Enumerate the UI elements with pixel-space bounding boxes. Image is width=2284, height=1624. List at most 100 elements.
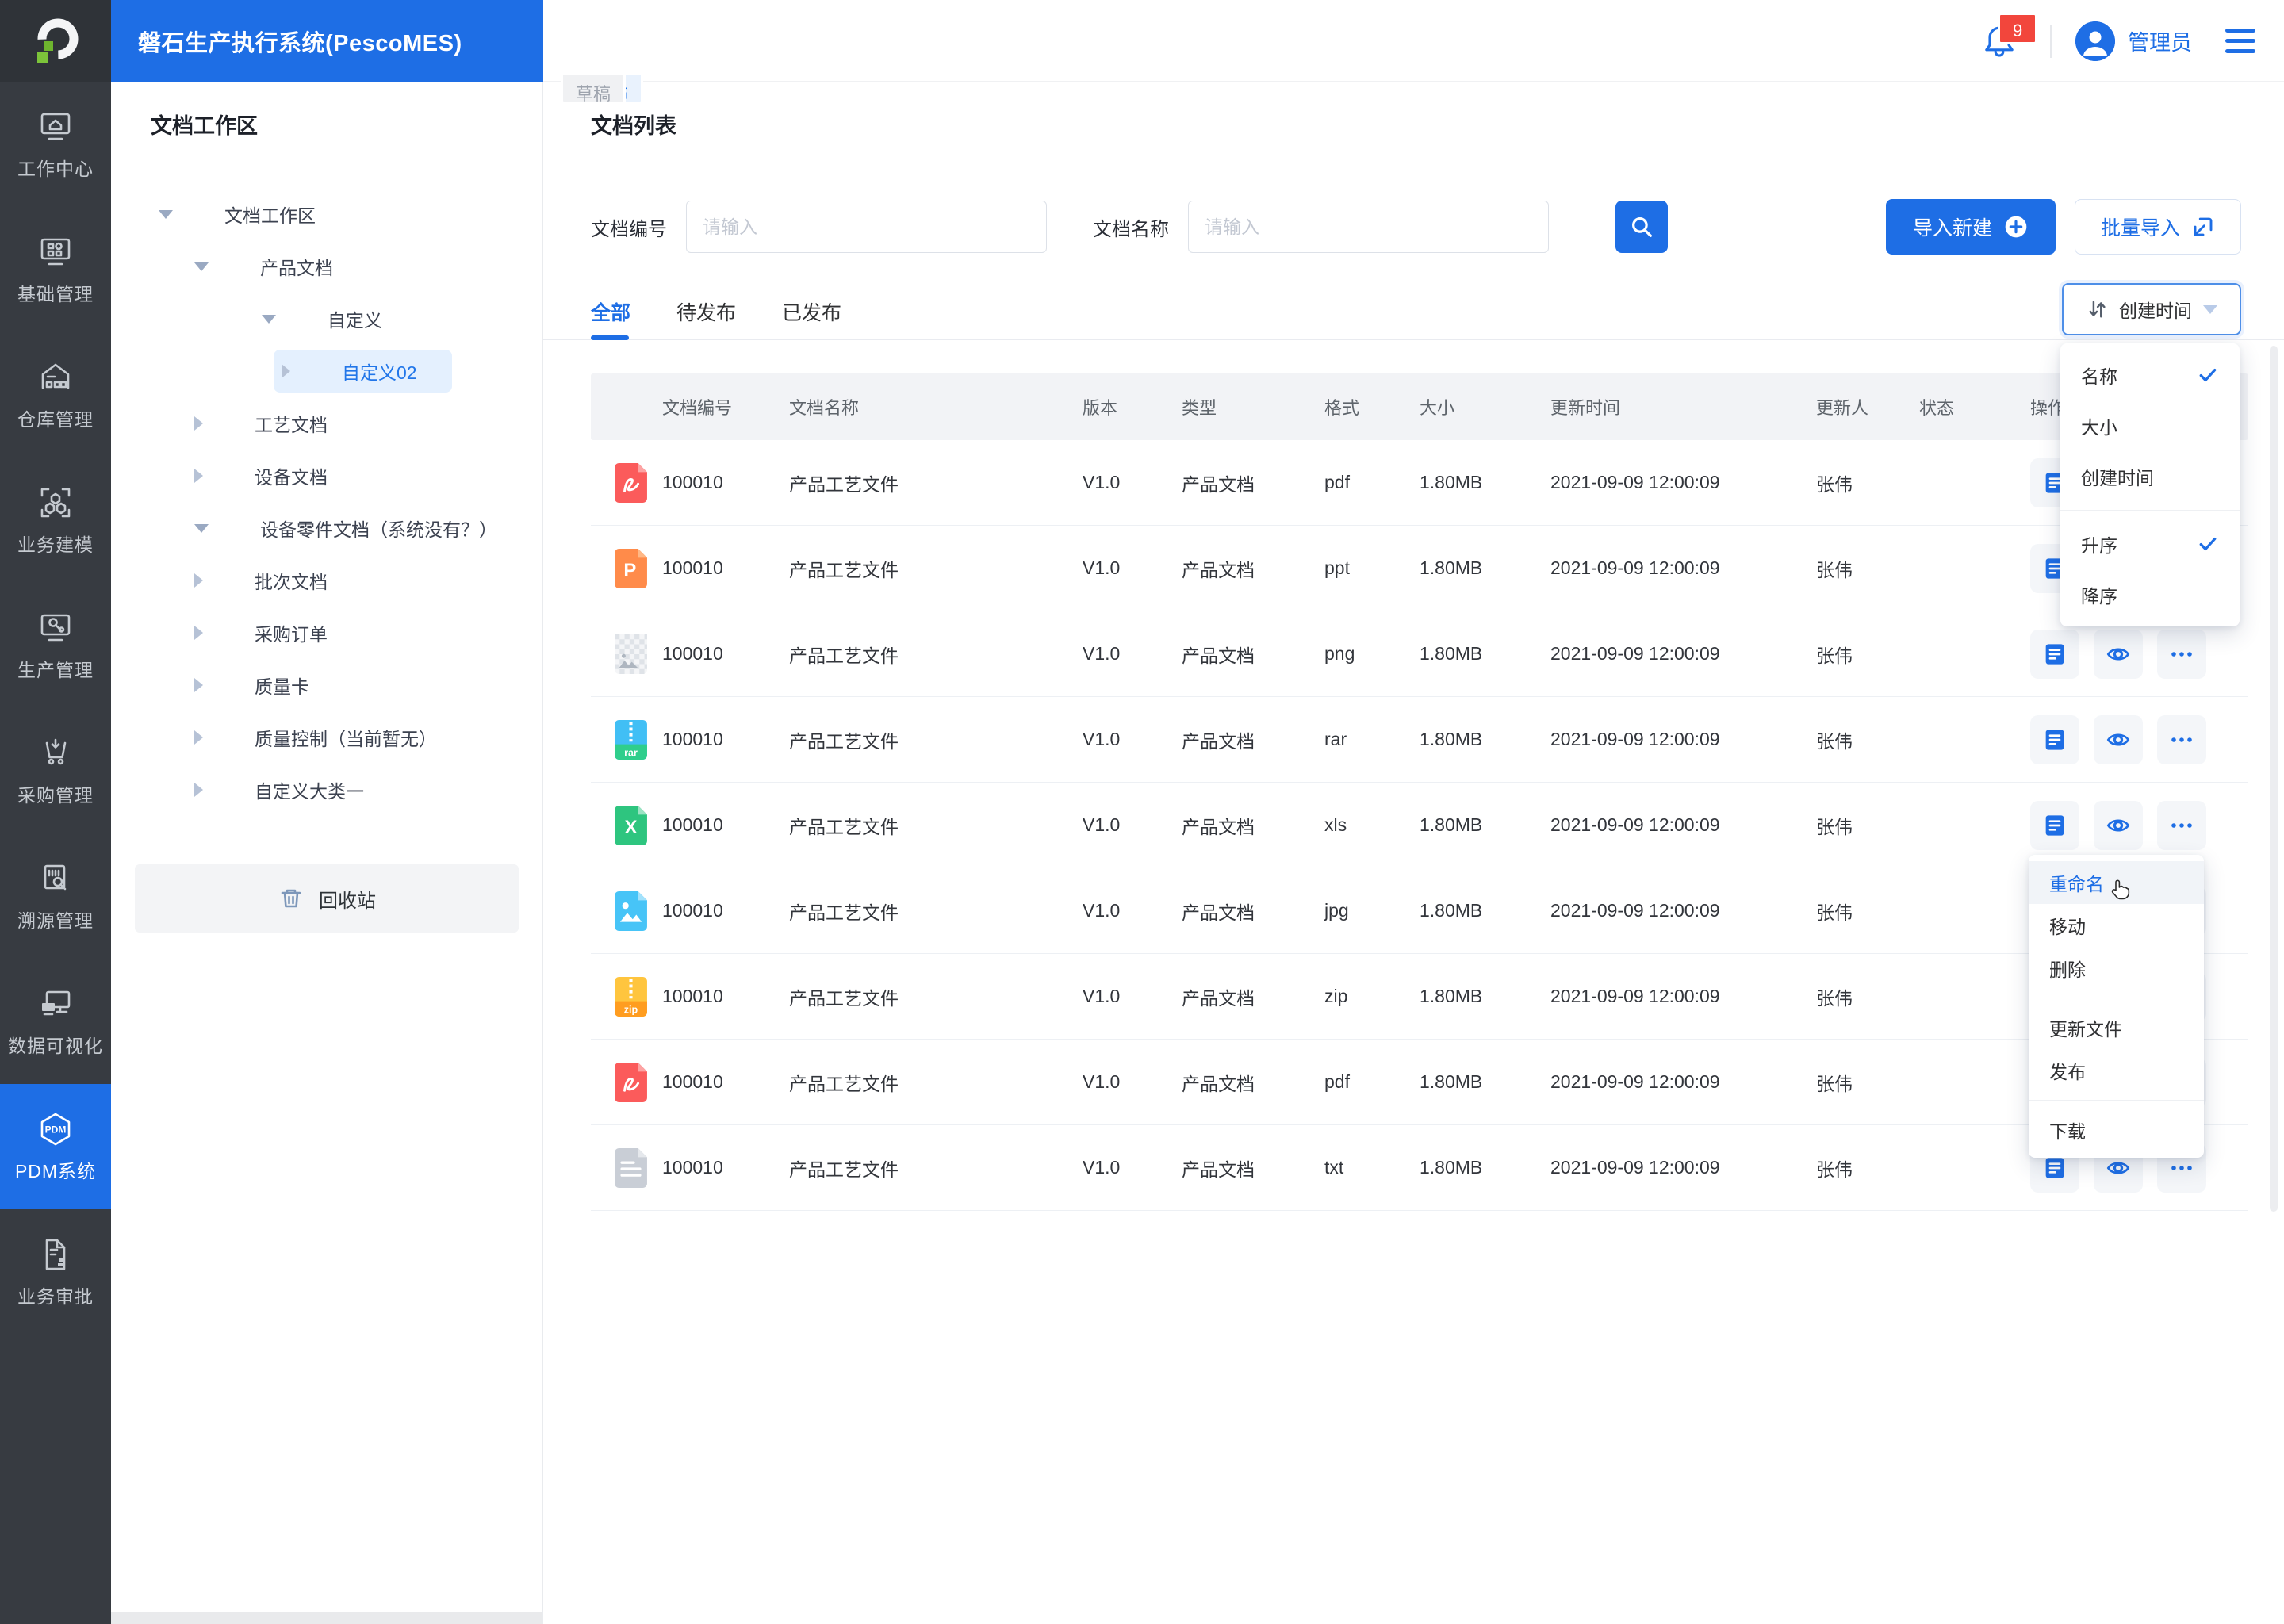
sort-menu-item[interactable]: 升序: [2060, 519, 2240, 569]
tabs-row: 全部 待发布 已发布 创建时间: [543, 283, 2284, 340]
more-actions-button[interactable]: [2157, 714, 2206, 764]
tab[interactable]: 已发布: [782, 283, 841, 339]
app-logo[interactable]: [0, 0, 111, 82]
document-detail-button[interactable]: [2030, 800, 2079, 850]
svg-text:zip: zip: [624, 1004, 638, 1015]
batch-import-button[interactable]: 批量导入: [2074, 199, 2241, 255]
tree-node[interactable]: 批次文档: [111, 554, 542, 607]
tree-caret-icon[interactable]: [159, 209, 173, 219]
document-detail-button[interactable]: [2030, 714, 2079, 764]
more-actions-button[interactable]: [2157, 800, 2206, 850]
tree-node[interactable]: 自定义大类一: [111, 764, 542, 816]
context-menu-item[interactable]: 删除: [2029, 947, 2204, 990]
tree-node[interactable]: 质量卡: [111, 659, 542, 711]
sidebar-item[interactable]: PDM 业务审批: [0, 1209, 111, 1335]
table-row[interactable]: P rar X zip 100010 产: [561, 72, 2248, 1211]
tree-node[interactable]: 自定义02: [111, 345, 542, 397]
tree-node[interactable]: 工艺文档: [111, 397, 542, 450]
cell-version: V1.0: [1083, 1071, 1121, 1092]
context-menu-item[interactable]: 下载: [2029, 1109, 2204, 1151]
tree-caret-icon[interactable]: [194, 416, 203, 431]
context-menu-item-label: 发布: [2049, 1062, 2086, 1082]
sort-menu-item[interactable]: 降序: [2060, 569, 2240, 620]
sidebar-item[interactable]: PDM 基础管理: [0, 207, 111, 332]
context-menu-item[interactable]: 重命名: [2029, 861, 2204, 904]
sort-menu-item[interactable]: 大小: [2060, 400, 2240, 451]
vertical-scrollbar[interactable]: [2270, 346, 2278, 1212]
folder-icon: [216, 726, 242, 749]
import-new-button[interactable]: 导入新建: [1885, 199, 2056, 255]
tree-caret-icon[interactable]: [262, 314, 276, 324]
cell-size: 1.80MB: [1420, 986, 1483, 1006]
menu-hamburger-icon[interactable]: [2225, 29, 2255, 53]
context-menu-item[interactable]: 移动: [2029, 904, 2204, 947]
sort-menu-item[interactable]: [2060, 510, 2240, 511]
cell-updater: 张伟: [1816, 987, 1853, 1009]
preview-button[interactable]: [2094, 800, 2143, 850]
doc-no-input[interactable]: [686, 201, 1047, 253]
tree-caret-icon[interactable]: [282, 364, 290, 378]
sidebar-item[interactable]: PDM 业务建模: [0, 458, 111, 583]
sidebar-item[interactable]: PDM 数据可视化: [0, 959, 111, 1084]
tree-node[interactable]: 文档工作区: [111, 188, 542, 240]
notification-bell-button[interactable]: 9: [1980, 12, 2038, 60]
context-menu-item[interactable]: 发布: [2029, 1049, 2204, 1092]
context-menu-item[interactable]: 更新文件: [2029, 1006, 2204, 1049]
sort-menu-item[interactable]: 名称: [2060, 350, 2240, 400]
sort-menu-item[interactable]: 创建时间: [2060, 451, 2240, 502]
top-bar: 磐石生产执行系统(PescoMES) 9 管理员: [0, 0, 2284, 82]
sidebar-item[interactable]: PDM 工作中心: [0, 82, 111, 207]
cell-updater: 张伟: [1816, 1073, 1853, 1094]
sort-dropdown-button[interactable]: 创建时间: [2062, 283, 2241, 335]
folder-icon: [216, 569, 242, 592]
cell-doc-no: 100010: [662, 900, 723, 921]
sidebar-item[interactable]: PDM 采购管理: [0, 708, 111, 833]
document-detail-button[interactable]: [2030, 629, 2079, 679]
cell-version: V1.0: [1083, 729, 1121, 749]
tree-node[interactable]: 采购订单: [111, 607, 542, 659]
sidebar-item[interactable]: PDM 仓库管理: [0, 332, 111, 458]
document-icon: [2045, 643, 2064, 665]
avatar[interactable]: [2075, 21, 2115, 61]
sidebar-item[interactable]: PDM PDM系统: [0, 1084, 111, 1209]
tree-node[interactable]: 自定义: [111, 293, 542, 345]
cell-doc-no: 100010: [662, 643, 723, 664]
tree-node[interactable]: 产品文档: [111, 240, 542, 293]
preview-button[interactable]: [2094, 629, 2143, 679]
tree-node[interactable]: 质量控制（当前暂无）: [111, 711, 542, 764]
tree-caret-icon[interactable]: [194, 573, 203, 588]
tree-caret-icon[interactable]: [194, 730, 203, 745]
tree-node[interactable]: 设备零件文档（系统没有？）: [111, 502, 542, 554]
tree-caret-icon[interactable]: [194, 678, 203, 692]
table-row[interactable]: P rar X zip 100010 产: [561, 72, 2248, 611]
table-row[interactable]: P rar X zip 100010 产: [561, 72, 2248, 1125]
search-button[interactable]: [1615, 201, 1668, 253]
recycle-bin-button[interactable]: 回收站: [135, 864, 519, 933]
cell-format: pdf: [1324, 472, 1350, 492]
tree-caret-icon[interactable]: [194, 626, 203, 640]
table-row[interactable]: P rar X zip 100010 产: [561, 72, 2248, 697]
tree-caret-icon[interactable]: [194, 469, 203, 483]
table-row[interactable]: P rar X zip 100010 产: [561, 72, 2248, 783]
sidebar-item[interactable]: PDM 生产管理: [0, 583, 111, 708]
preview-button[interactable]: [2094, 714, 2143, 764]
cell-doc-no: 100010: [662, 1071, 723, 1092]
table-row[interactable]: P rar X zip 100010 产: [561, 72, 2248, 526]
doc-name-input[interactable]: [1188, 201, 1549, 253]
document-icon: [2045, 729, 2064, 750]
tree-node[interactable]: 设备文档: [111, 450, 542, 502]
cell-updated-time: 2021-09-09 12:00:09: [1550, 557, 1720, 578]
tree-caret-icon[interactable]: [194, 523, 209, 533]
tree-caret-icon[interactable]: [194, 783, 203, 797]
sidebar-item-label: 业务审批: [17, 1286, 94, 1307]
table-row[interactable]: P rar X zip 100010 产: [561, 72, 2248, 1040]
table-row[interactable]: P rar X zip 100010 产: [561, 72, 2248, 954]
context-menu-item[interactable]: [2029, 1100, 2204, 1101]
table-row[interactable]: P rar X zip 100010 产: [561, 72, 2248, 868]
user-name[interactable]: 管理员: [2128, 25, 2192, 56]
tab[interactable]: 待发布: [676, 283, 736, 339]
sidebar-item[interactable]: PDM 溯源管理: [0, 833, 111, 959]
tree-caret-icon[interactable]: [194, 262, 209, 271]
more-actions-button[interactable]: [2157, 629, 2206, 679]
tab[interactable]: 全部: [591, 283, 630, 340]
